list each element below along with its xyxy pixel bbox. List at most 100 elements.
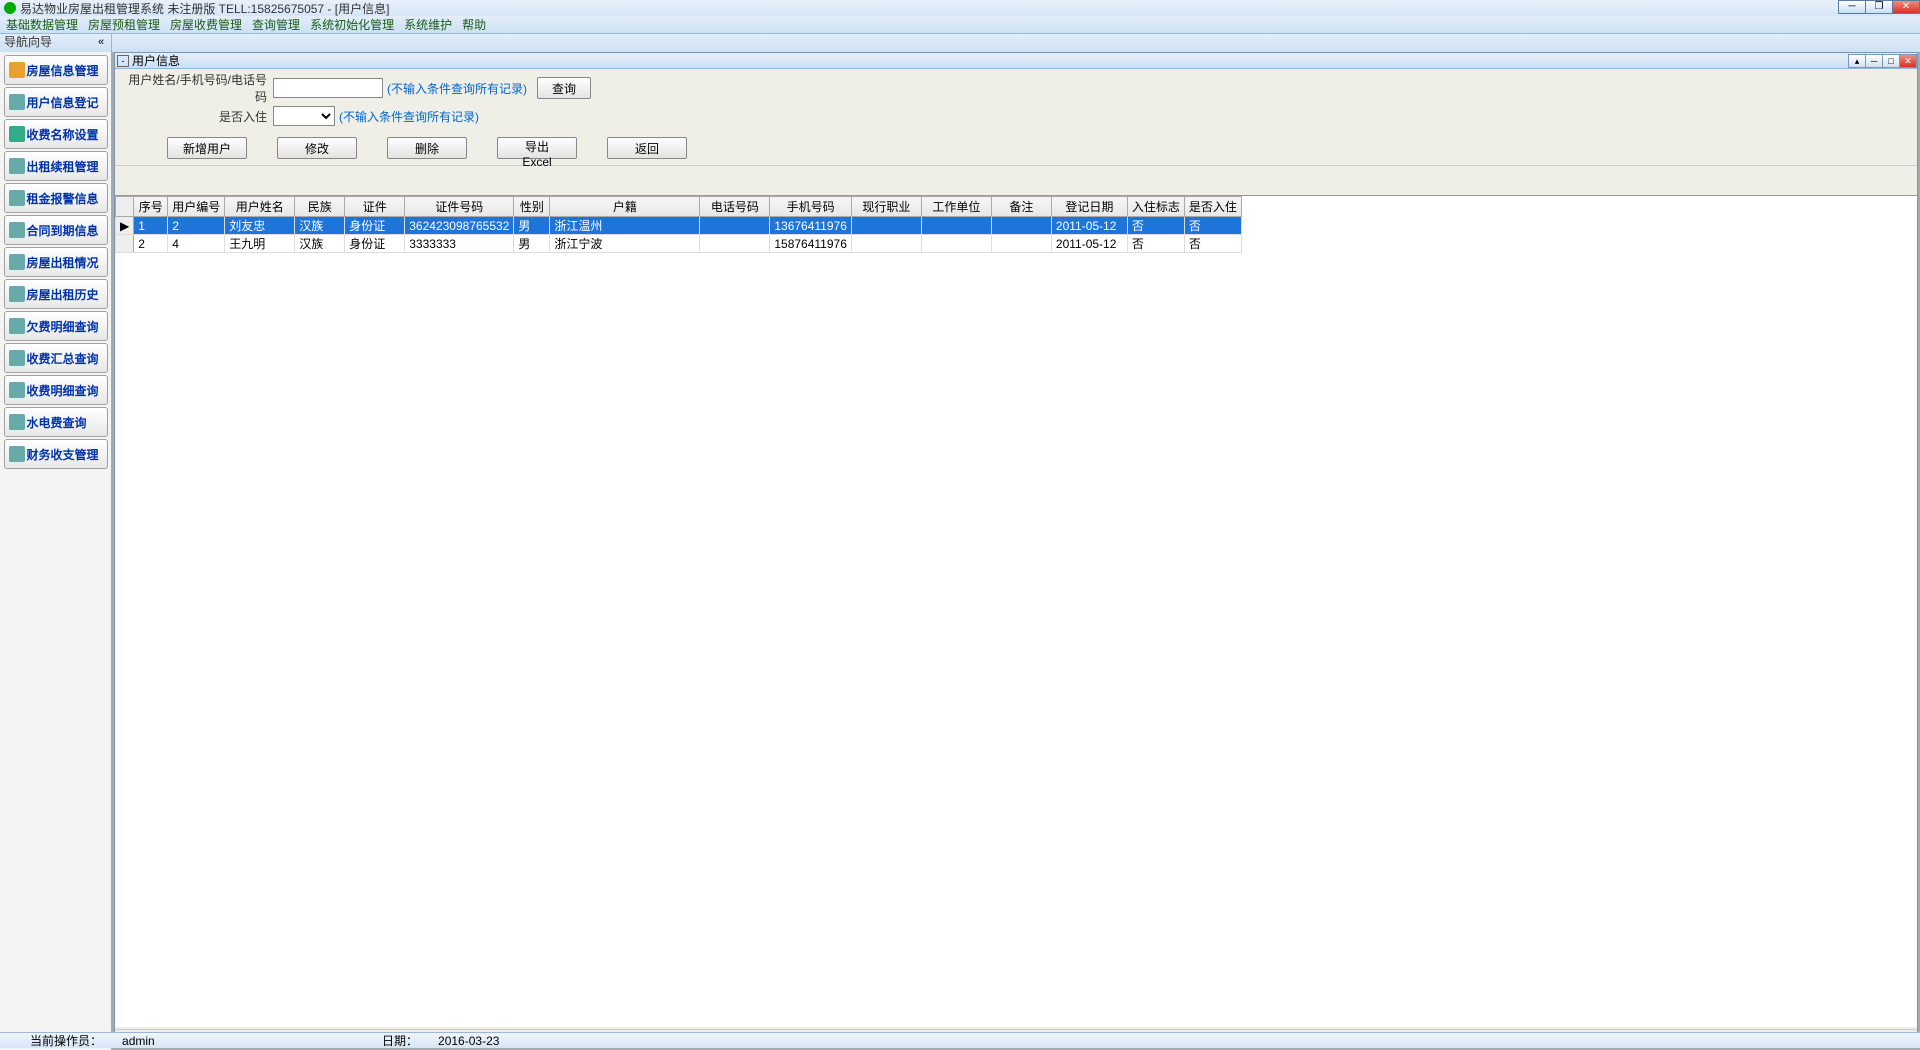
- search-input-name[interactable]: [273, 78, 383, 98]
- mdi-area: - 用户信息 ▴ ─ □ ✕ 用户姓名/手机号码/电话号码 (不输入条件查询所有…: [112, 52, 1920, 1050]
- sidebar-item-label: 水电费查询: [27, 414, 87, 431]
- export-excel-button[interactable]: 导出Excel: [497, 137, 577, 159]
- child-up-button[interactable]: ▴: [1848, 54, 1866, 68]
- child-minimize-button[interactable]: ─: [1865, 54, 1883, 68]
- menu-fees[interactable]: 房屋收费管理: [170, 16, 242, 33]
- cell: 2011-05-12: [1051, 217, 1127, 235]
- sidebar-item-label: 用户信息登记: [27, 94, 99, 111]
- search-hint-2: (不输入条件查询所有记录): [339, 108, 479, 125]
- checkin-select[interactable]: [273, 106, 335, 126]
- sidebar-item-utility[interactable]: 水电费查询: [4, 407, 108, 437]
- search-label-checkin: 是否入住: [127, 108, 267, 125]
- column-header[interactable]: 户籍: [550, 197, 700, 217]
- edit-button[interactable]: 修改: [277, 137, 357, 159]
- child-maximize-button[interactable]: □: [1882, 54, 1900, 68]
- nav-header: 导航向导: [0, 34, 1920, 52]
- column-header[interactable]: 用户编号: [168, 197, 225, 217]
- column-header[interactable]: 证件: [345, 197, 405, 217]
- cell: 2011-05-12: [1051, 235, 1127, 253]
- cell: 1: [134, 217, 168, 235]
- cell: 15876411976: [770, 235, 852, 253]
- sidebar-item-label: 合同到期信息: [27, 222, 99, 239]
- menu-basic[interactable]: 基础数据管理: [6, 16, 78, 33]
- menu-maint[interactable]: 系统维护: [404, 16, 452, 33]
- cell: [851, 235, 921, 253]
- cell: 汉族: [295, 217, 345, 235]
- column-header[interactable]: 备注: [991, 197, 1051, 217]
- cell: 王九明: [225, 235, 295, 253]
- sidebar-item-fee-name[interactable]: 收费名称设置: [4, 119, 108, 149]
- child-titlebar: - 用户信息 ▴ ─ □ ✕: [115, 53, 1917, 69]
- sidebar-item-user-reg[interactable]: 用户信息登记: [4, 87, 108, 117]
- column-header[interactable]: 民族: [295, 197, 345, 217]
- menu-query[interactable]: 查询管理: [252, 16, 300, 33]
- sidebar-item-contract-expire[interactable]: 合同到期信息: [4, 215, 108, 245]
- sidebar-item-rent-status[interactable]: 房屋出租情况: [4, 247, 108, 277]
- restore-icon[interactable]: -: [117, 55, 129, 67]
- cell: 浙江宁波: [550, 235, 700, 253]
- column-header[interactable]: 是否入住: [1184, 197, 1241, 217]
- column-header[interactable]: 现行职业: [851, 197, 921, 217]
- menubar: 基础数据管理 房屋预租管理 房屋收费管理 查询管理 系统初始化管理 系统维护 帮…: [0, 16, 1920, 34]
- table-row[interactable]: ▶12刘友忠汉族身份证362423098765532男浙江温州136764119…: [116, 217, 1242, 235]
- sidebar-item-house-info[interactable]: 房屋信息管理: [4, 55, 108, 85]
- operator-label: 当前操作员：: [30, 1032, 102, 1049]
- sidebar-collapse-button[interactable]: «: [98, 36, 104, 48]
- sidebar-item-rent-history[interactable]: 房屋出租历史: [4, 279, 108, 309]
- column-header[interactable]: 证件号码: [405, 197, 514, 217]
- search-panel: 用户姓名/手机号码/电话号码 (不输入条件查询所有记录) 查询 是否入住 (不输…: [115, 69, 1917, 166]
- user-icon: [9, 94, 25, 110]
- column-header[interactable]: 用户姓名: [225, 197, 295, 217]
- menu-init[interactable]: 系统初始化管理: [310, 16, 394, 33]
- cell: [921, 217, 991, 235]
- cell: 男: [514, 235, 550, 253]
- delete-button[interactable]: 删除: [387, 137, 467, 159]
- sidebar-item-fee-detail[interactable]: 收费明细查询: [4, 375, 108, 405]
- sidebar: 房屋信息管理 用户信息登记 收费名称设置 出租续租管理 租金报警信息 合同到期信…: [0, 52, 112, 1050]
- sidebar-item-rent-alert[interactable]: 租金报警信息: [4, 183, 108, 213]
- house-icon: [9, 62, 25, 78]
- alert-icon: [9, 190, 25, 206]
- cell: 汉族: [295, 235, 345, 253]
- data-grid[interactable]: 序号用户编号用户姓名民族证件证件号码性别户籍电话号码手机号码现行职业工作单位备注…: [115, 195, 1917, 1027]
- table-row[interactable]: 24王九明汉族身份证3333333男浙江宁波158764119762011-05…: [116, 235, 1242, 253]
- sidebar-item-lease[interactable]: 出租续租管理: [4, 151, 108, 181]
- menu-help[interactable]: 帮助: [462, 16, 486, 33]
- close-button[interactable]: ✕: [1892, 0, 1920, 14]
- cell: [700, 235, 770, 253]
- column-header[interactable]: 登记日期: [1051, 197, 1127, 217]
- column-header[interactable]: 性别: [514, 197, 550, 217]
- add-user-button[interactable]: 新增用户: [167, 137, 247, 159]
- maximize-button[interactable]: ❐: [1865, 0, 1893, 14]
- query-button[interactable]: 查询: [537, 77, 591, 99]
- sidebar-item-label: 房屋信息管理: [27, 62, 99, 79]
- date-label: 日期：: [382, 1032, 418, 1049]
- sidebar-item-label: 出租续租管理: [27, 158, 99, 175]
- cell: [991, 235, 1051, 253]
- column-header[interactable]: 序号: [134, 197, 168, 217]
- child-close-button[interactable]: ✕: [1899, 54, 1917, 68]
- column-header[interactable]: 电话号码: [700, 197, 770, 217]
- sidebar-item-label: 欠费明细查询: [27, 318, 99, 335]
- minimize-button[interactable]: ─: [1838, 0, 1866, 14]
- back-button[interactable]: 返回: [607, 137, 687, 159]
- sidebar-item-arrears[interactable]: 欠费明细查询: [4, 311, 108, 341]
- titlebar: 易达物业房屋出租管理系统 未注册版 TELL:15825675057 - [用户…: [0, 0, 1920, 16]
- column-header[interactable]: 入住标志: [1127, 197, 1184, 217]
- utility-icon: [9, 414, 25, 430]
- cell: 身份证: [345, 235, 405, 253]
- window-controls: ─ ❐ ✕: [1839, 0, 1920, 14]
- sidebar-item-label: 收费明细查询: [27, 382, 99, 399]
- cell: 浙江温州: [550, 217, 700, 235]
- sidebar-item-fee-summary[interactable]: 收费汇总查询: [4, 343, 108, 373]
- cell: 否: [1127, 217, 1184, 235]
- sidebar-item-label: 租金报警信息: [27, 190, 99, 207]
- sidebar-item-finance[interactable]: 财务收支管理: [4, 439, 108, 469]
- column-header[interactable]: 工作单位: [921, 197, 991, 217]
- column-header[interactable]: 手机号码: [770, 197, 852, 217]
- sidebar-item-label: 财务收支管理: [27, 446, 99, 463]
- finance-icon: [9, 446, 25, 462]
- menu-prerent[interactable]: 房屋预租管理: [88, 16, 160, 33]
- statusbar: 当前操作员： admin 日期： 2016-03-23: [0, 1032, 1920, 1048]
- summary-icon: [9, 350, 25, 366]
